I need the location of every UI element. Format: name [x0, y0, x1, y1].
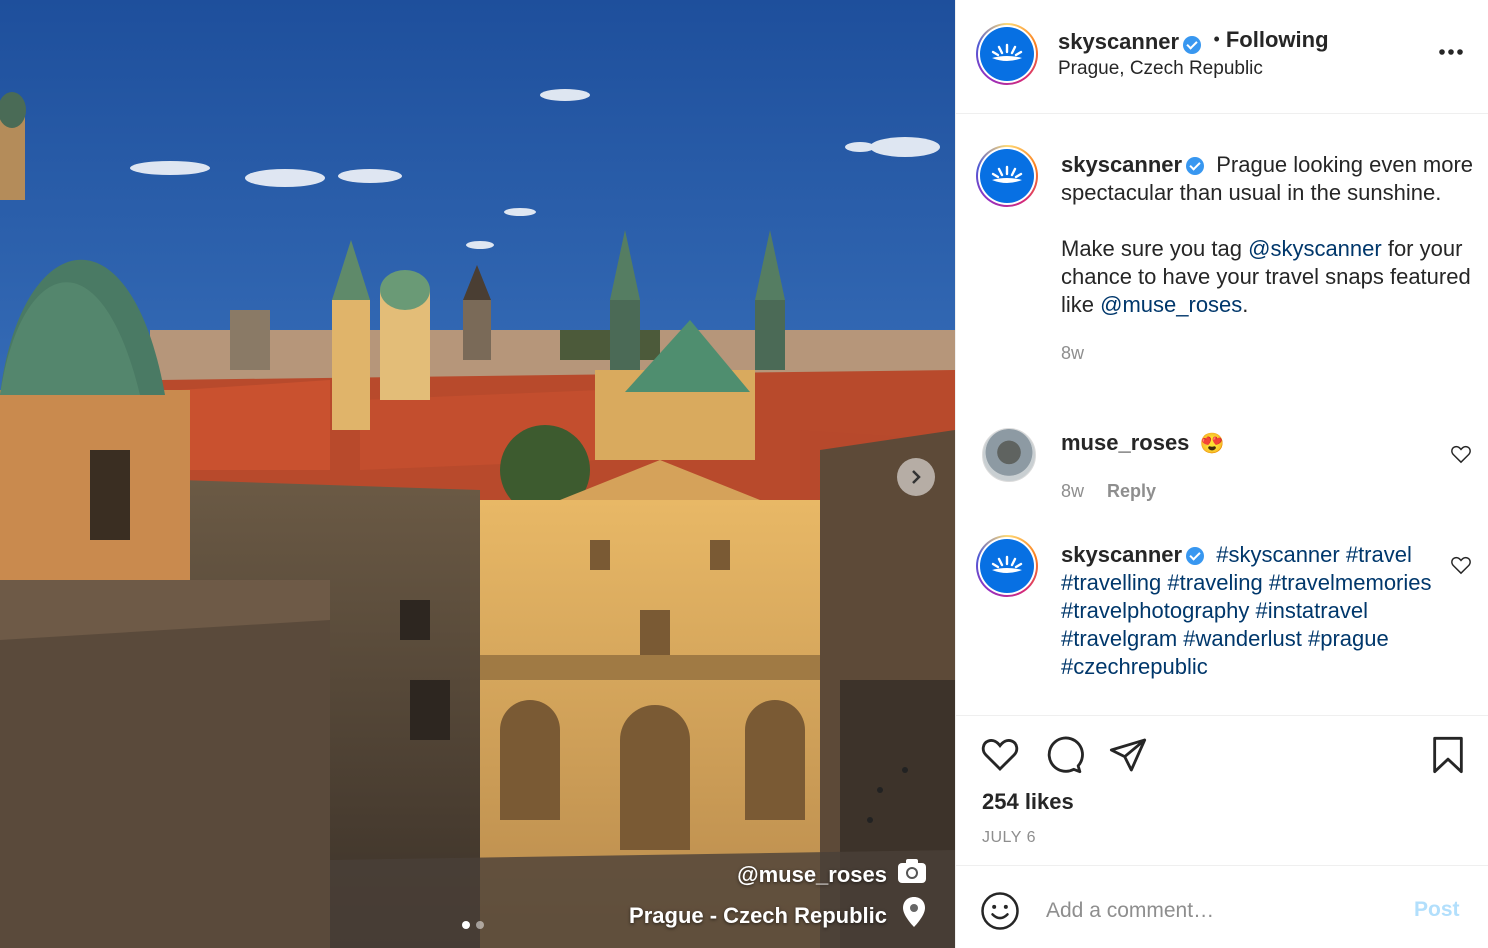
divider [956, 113, 1488, 114]
carousel-dot [476, 921, 484, 929]
caption-text-2: Make sure you tag [1061, 236, 1249, 261]
comment-button[interactable] [1044, 735, 1084, 780]
like-button[interactable] [980, 735, 1020, 778]
bookmark-icon [1433, 736, 1463, 774]
prague-photo [0, 0, 955, 948]
avatar[interactable] [976, 23, 1038, 85]
caption-text-4: . [1242, 292, 1249, 317]
carousel-dots [462, 921, 484, 929]
follow-separator: • [1213, 29, 1220, 49]
comment-username[interactable]: muse_roses [1061, 430, 1189, 455]
comment-username[interactable]: skyscanner [1061, 542, 1182, 567]
heart-icon[interactable] [1450, 444, 1472, 469]
avatar[interactable] [976, 535, 1038, 597]
divider [956, 715, 1488, 716]
chevron-right-icon[interactable] [897, 458, 935, 496]
mention-link[interactable]: @muse_roses [1100, 292, 1242, 317]
smiley-icon [981, 892, 1019, 930]
caption-age[interactable]: 8w [1061, 339, 1481, 367]
header-username[interactable]: skyscanner [1058, 29, 1179, 54]
post-date[interactable]: JULY 6 [982, 829, 1036, 847]
verified-badge-icon [1186, 547, 1205, 566]
skyscanner-logo-icon [991, 165, 1023, 183]
comment-icon [1047, 736, 1084, 774]
post-header: skyscanner • Following Prague, Czech Repu… [976, 23, 1476, 88]
heart-icon [981, 739, 1019, 772]
caption-username[interactable]: skyscanner [1061, 152, 1182, 177]
avatar[interactable] [982, 428, 1036, 482]
map-pin-icon [902, 896, 926, 928]
emoji-button[interactable] [980, 891, 1020, 936]
heart-icon[interactable] [1450, 555, 1472, 580]
camera-icon [897, 858, 927, 884]
share-button[interactable] [1108, 735, 1148, 780]
post-sidebar: skyscanner • Following Prague, Czech Repu… [955, 0, 1488, 948]
save-button[interactable] [1428, 735, 1468, 780]
header-location[interactable]: Prague, Czech Republic [1058, 58, 1263, 80]
more-horizontal-icon[interactable] [1438, 43, 1464, 61]
likes-count[interactable]: 254 likes [982, 789, 1074, 815]
share-icon [1109, 738, 1147, 772]
comment-age[interactable]: 8w [1061, 481, 1084, 501]
carousel-dot-active [462, 921, 470, 929]
divider [956, 865, 1488, 866]
comment-text: 😍 [1199, 433, 1225, 455]
verified-badge-icon [1186, 157, 1205, 176]
post-photo[interactable]: @muse_roses Prague - Czech Republic [0, 0, 955, 948]
avatar[interactable] [976, 145, 1038, 207]
mention-link[interactable]: @skyscanner [1248, 236, 1382, 261]
reply-button[interactable]: Reply [1107, 481, 1156, 501]
photo-location-tag: Prague - Czech Republic [629, 903, 887, 928]
skyscanner-logo-icon [991, 555, 1023, 573]
following-button[interactable]: Following [1226, 27, 1329, 52]
comment-input[interactable] [1044, 893, 1388, 929]
skyscanner-logo-icon [991, 43, 1023, 61]
verified-badge-icon [1183, 35, 1202, 54]
post-comment-button[interactable]: Post [1414, 898, 1460, 922]
photo-credit: @muse_roses [737, 862, 887, 887]
